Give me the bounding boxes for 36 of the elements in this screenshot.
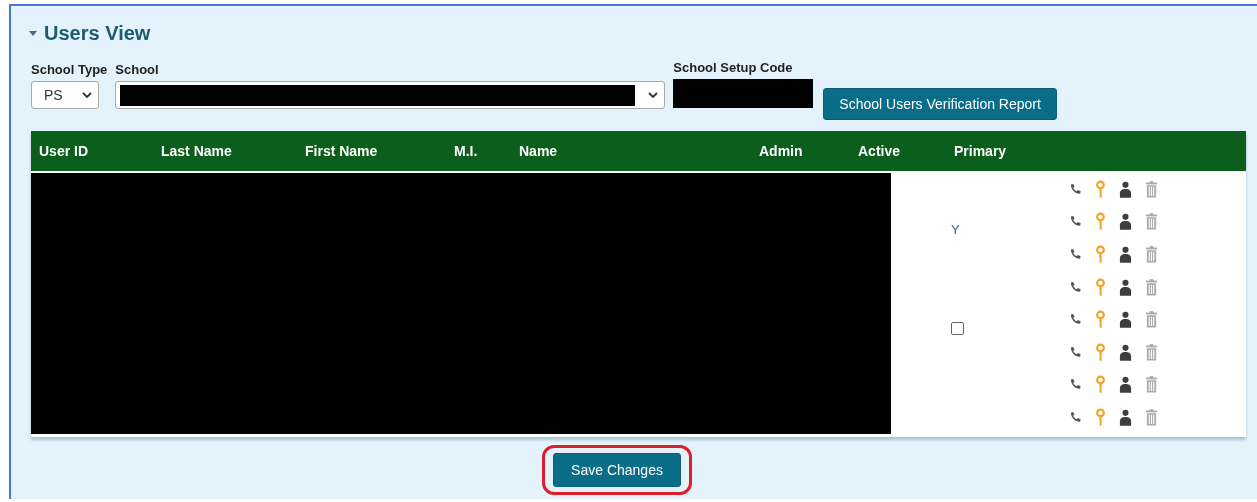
- column-header: Last Name: [161, 143, 233, 159]
- phone-icon[interactable]: [1069, 215, 1082, 229]
- person-icon[interactable]: [1119, 278, 1132, 296]
- school-label: School: [115, 62, 160, 77]
- phone-icon[interactable]: [1069, 182, 1082, 196]
- caret-icon[interactable]: [648, 92, 659, 98]
- phone-icon[interactable]: [1069, 345, 1082, 359]
- setup-code-label: School Setup Code: [673, 60, 794, 75]
- save-button[interactable]: Save Changes: [553, 452, 681, 487]
- person-icon[interactable]: [1119, 246, 1132, 263]
- person-icon[interactable]: [1119, 376, 1132, 394]
- person-icon[interactable]: [1119, 180, 1132, 198]
- phone-icon[interactable]: [1069, 280, 1082, 294]
- school-type-select[interactable]: PS: [31, 81, 99, 109]
- column-header: Admin: [759, 143, 804, 159]
- person-icon[interactable]: [1119, 408, 1132, 426]
- person-icon[interactable]: [1119, 343, 1132, 361]
- school-select[interactable]: [115, 81, 666, 109]
- primary-value: Y: [951, 222, 960, 238]
- person-icon[interactable]: [1119, 311, 1132, 329]
- column-header: M.I.: [454, 143, 479, 159]
- column-header: Primary: [954, 143, 1008, 159]
- report-button[interactable]: School Users Verification Report: [823, 88, 1057, 120]
- phone-icon[interactable]: [1069, 313, 1082, 327]
- phone-icon[interactable]: [1069, 410, 1082, 424]
- phone-icon[interactable]: [1069, 378, 1082, 392]
- primary-checkbox[interactable]: [951, 322, 964, 336]
- panel-title: Users View: [44, 21, 151, 45]
- person-icon[interactable]: [1119, 213, 1132, 231]
- school-type-label: School Type: [31, 62, 108, 77]
- column-header: User ID: [39, 143, 90, 159]
- column-header: Name: [519, 143, 559, 159]
- caret-icon[interactable]: [82, 92, 92, 98]
- column-header: Active: [858, 143, 902, 159]
- phone-icon[interactable]: [1069, 248, 1082, 261]
- column-header: First Name: [305, 143, 379, 159]
